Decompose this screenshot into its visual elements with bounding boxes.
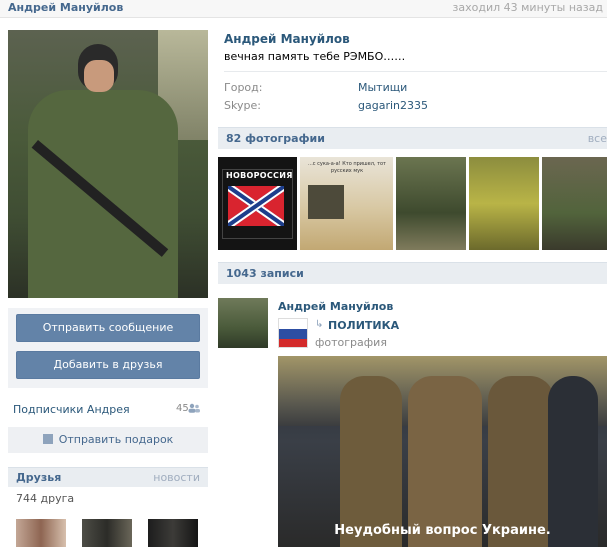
post-author-avatar[interactable] bbox=[218, 298, 268, 348]
photo-thumbnail[interactable]: ...с сука-а-а! Кто пришел, тот русских м… bbox=[300, 157, 393, 250]
info-value-city[interactable]: Мытищи bbox=[358, 81, 407, 94]
friends-news-link[interactable]: новости bbox=[153, 471, 200, 484]
photo-caption-text: ...с сука-а-а! Кто пришел, тот русских м… bbox=[308, 161, 386, 174]
flag-icon bbox=[228, 186, 284, 226]
posts-header: 1043 записи bbox=[218, 262, 607, 284]
friend-avatar[interactable] bbox=[16, 519, 66, 547]
profile-status: вечная память тебе РЭМБО…… bbox=[224, 50, 406, 63]
info-value-skype[interactable]: gagarin2335 bbox=[358, 99, 428, 112]
photo-thumbnail[interactable]: НОВОРОССИЯ bbox=[218, 157, 297, 250]
repost-arrow-icon: ↳ bbox=[315, 319, 324, 330]
photos-header: 82 фотографии все bbox=[218, 127, 607, 149]
send-message-button[interactable]: Отправить сообщение bbox=[16, 314, 200, 342]
topbar-profile-name[interactable]: Андрей Мануйлов bbox=[8, 1, 123, 14]
divider bbox=[224, 71, 607, 72]
posts-title[interactable]: 1043 записи bbox=[226, 267, 304, 280]
photo-thumbnail[interactable] bbox=[542, 157, 607, 250]
photo-thumbnail[interactable] bbox=[396, 157, 466, 250]
novorossiya-flag-title: НОВОРОССИЯ bbox=[226, 171, 293, 180]
photos-title[interactable]: 82 фотографии bbox=[226, 132, 325, 145]
profile-photo[interactable] bbox=[8, 30, 208, 298]
friends-header: Друзья новости bbox=[8, 467, 208, 487]
friends-title[interactable]: Друзья bbox=[16, 471, 61, 484]
friends-count: 744 друга bbox=[16, 492, 75, 505]
left-column: Отправить сообщение Добавить в друзья По… bbox=[0, 22, 214, 547]
add-friend-button[interactable]: Добавить в друзья bbox=[16, 351, 200, 379]
photo-thumbnail[interactable] bbox=[469, 157, 539, 250]
friend-avatar[interactable] bbox=[148, 519, 198, 547]
last-seen-status: заходил 43 минуты назад bbox=[452, 1, 603, 14]
friend-avatar[interactable] bbox=[82, 519, 132, 547]
subscribers-icon bbox=[188, 403, 200, 413]
subscribers-link[interactable]: Подписчики Андрея bbox=[13, 403, 130, 416]
gift-icon bbox=[42, 434, 53, 444]
send-gift-button[interactable]: Отправить подарок bbox=[8, 427, 208, 453]
repost-type: фотография bbox=[315, 336, 387, 349]
repost-source-name[interactable]: ПОЛИТИКА bbox=[328, 319, 399, 332]
info-label-skype: Skype: bbox=[224, 99, 261, 112]
send-gift-label: Отправить подарок bbox=[58, 433, 174, 446]
info-label-city: Город: bbox=[224, 81, 263, 94]
page-title: Андрей Мануйлов bbox=[224, 32, 350, 46]
subscribers-count: 45 bbox=[176, 403, 189, 414]
repost-source-avatar[interactable] bbox=[278, 318, 308, 348]
post-photo-caption: Неудобный вопрос Украине. bbox=[334, 523, 551, 538]
top-bar: Андрей Мануйлов заходил 43 минуты назад bbox=[0, 0, 607, 18]
photos-all-link[interactable]: все bbox=[588, 132, 607, 145]
post-author-name[interactable]: Андрей Мануйлов bbox=[278, 300, 393, 313]
post-photo[interactable]: Неудобный вопрос Украине. bbox=[278, 356, 607, 547]
